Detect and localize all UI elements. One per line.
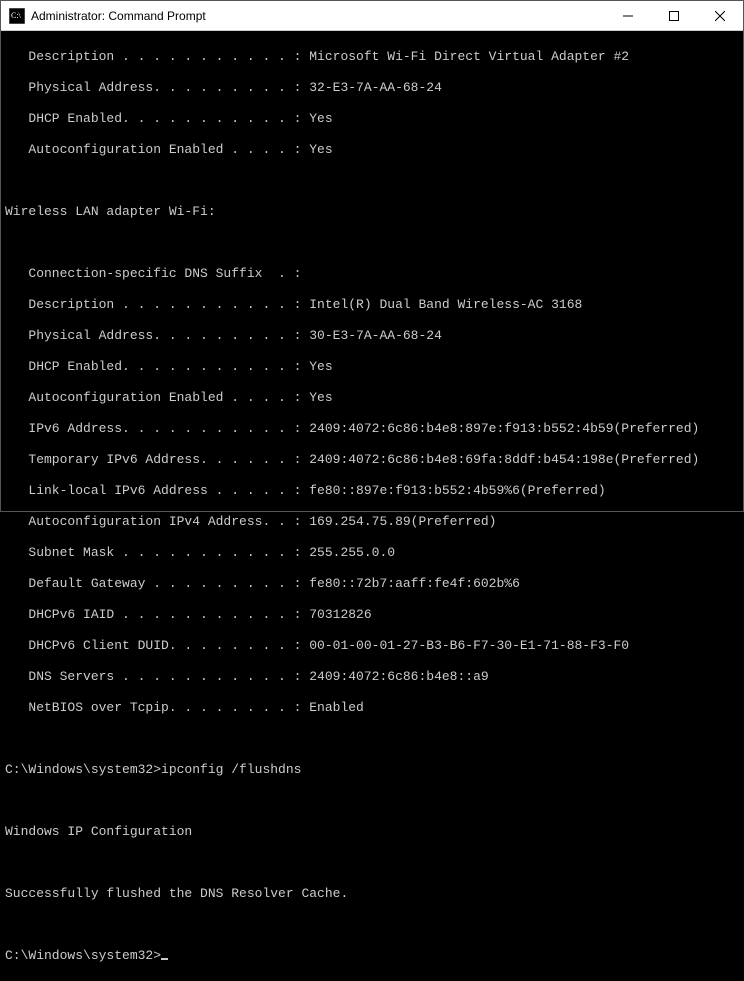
svg-text:C:\: C:\ [11, 11, 22, 20]
field-value: 2409:4072:6c86:b4e8::a9 [309, 669, 488, 684]
field-value: Yes [309, 142, 332, 157]
field-value: 255.255.0.0 [309, 545, 395, 560]
field-label: Connection-specific DNS Suffix . : [5, 266, 301, 281]
field-value: fe80::72b7:aaff:fe4f:602b%6 [309, 576, 520, 591]
output-result: Successfully flushed the DNS Resolver Ca… [5, 886, 739, 902]
field-label: DHCP Enabled. . . . . . . . . . . : [5, 111, 309, 126]
blank-line [5, 173, 739, 189]
field-value: 00-01-00-01-27-B3-B6-F7-30-E1-71-88-F3-F… [309, 638, 629, 653]
blank-line [5, 235, 739, 251]
field-value: 70312826 [309, 607, 371, 622]
blank-line [5, 731, 739, 747]
field-value: 2409:4072:6c86:b4e8:897e:f913:b552:4b59(… [309, 421, 699, 436]
minimize-button[interactable] [605, 1, 651, 31]
prompt-path: C:\Windows\system32> [5, 762, 161, 777]
field-value: Yes [309, 359, 332, 374]
blank-line [5, 793, 739, 809]
field-value: Microsoft Wi-Fi Direct Virtual Adapter #… [309, 49, 629, 64]
field-label: DHCPv6 IAID . . . . . . . . . . . : [5, 607, 309, 622]
field-label: IPv6 Address. . . . . . . . . . . : [5, 421, 309, 436]
cmd-icon: C:\ [9, 8, 25, 24]
field-label: Link-local IPv6 Address . . . . . : [5, 483, 309, 498]
field-label: Autoconfiguration Enabled . . . . : [5, 390, 309, 405]
field-label: Temporary IPv6 Address. . . . . . : [5, 452, 309, 467]
field-value: Enabled [309, 700, 364, 715]
field-label: Autoconfiguration Enabled . . . . : [5, 142, 309, 157]
field-value: 32-E3-7A-AA-68-24 [309, 80, 442, 95]
blank-line [5, 917, 739, 933]
close-button[interactable] [697, 1, 743, 31]
field-label: Autoconfiguration IPv4 Address. . : [5, 514, 309, 529]
titlebar[interactable]: C:\ Administrator: Command Prompt [1, 1, 743, 31]
field-value: 169.254.75.89(Preferred) [309, 514, 496, 529]
field-value: Intel(R) Dual Band Wireless-AC 3168 [309, 297, 582, 312]
window-controls [605, 1, 743, 31]
field-label: DHCP Enabled. . . . . . . . . . . : [5, 359, 309, 374]
blank-line [5, 855, 739, 871]
field-label: DHCPv6 Client DUID. . . . . . . . : [5, 638, 309, 653]
cursor [161, 958, 168, 960]
field-value: Yes [309, 390, 332, 405]
field-label: Physical Address. . . . . . . . . : [5, 328, 309, 343]
field-label: Description . . . . . . . . . . . : [5, 297, 309, 312]
prompt-path: C:\Windows\system32> [5, 948, 161, 963]
maximize-button[interactable] [651, 1, 697, 31]
output-header: Windows IP Configuration [5, 824, 739, 840]
adapter-section-header: Wireless LAN adapter Wi-Fi: [5, 204, 739, 220]
field-value: 2409:4072:6c86:b4e8:69fa:8ddf:b454:198e(… [309, 452, 699, 467]
field-value: 30-E3-7A-AA-68-24 [309, 328, 442, 343]
field-value: fe80::897e:f913:b552:4b59%6(Preferred) [309, 483, 605, 498]
field-label: Subnet Mask . . . . . . . . . . . : [5, 545, 309, 560]
field-value: Yes [309, 111, 332, 126]
field-label: Default Gateway . . . . . . . . . : [5, 576, 309, 591]
field-label: Physical Address. . . . . . . . . : [5, 80, 309, 95]
field-label: Description . . . . . . . . . . . : [5, 49, 309, 64]
field-label: DNS Servers . . . . . . . . . . . : [5, 669, 309, 684]
command-text: ipconfig /flushdns [161, 762, 301, 777]
terminal-output[interactable]: Description . . . . . . . . . . . : Micr… [1, 31, 743, 981]
field-label: NetBIOS over Tcpip. . . . . . . . : [5, 700, 309, 715]
window-title: Administrator: Command Prompt [31, 9, 605, 23]
